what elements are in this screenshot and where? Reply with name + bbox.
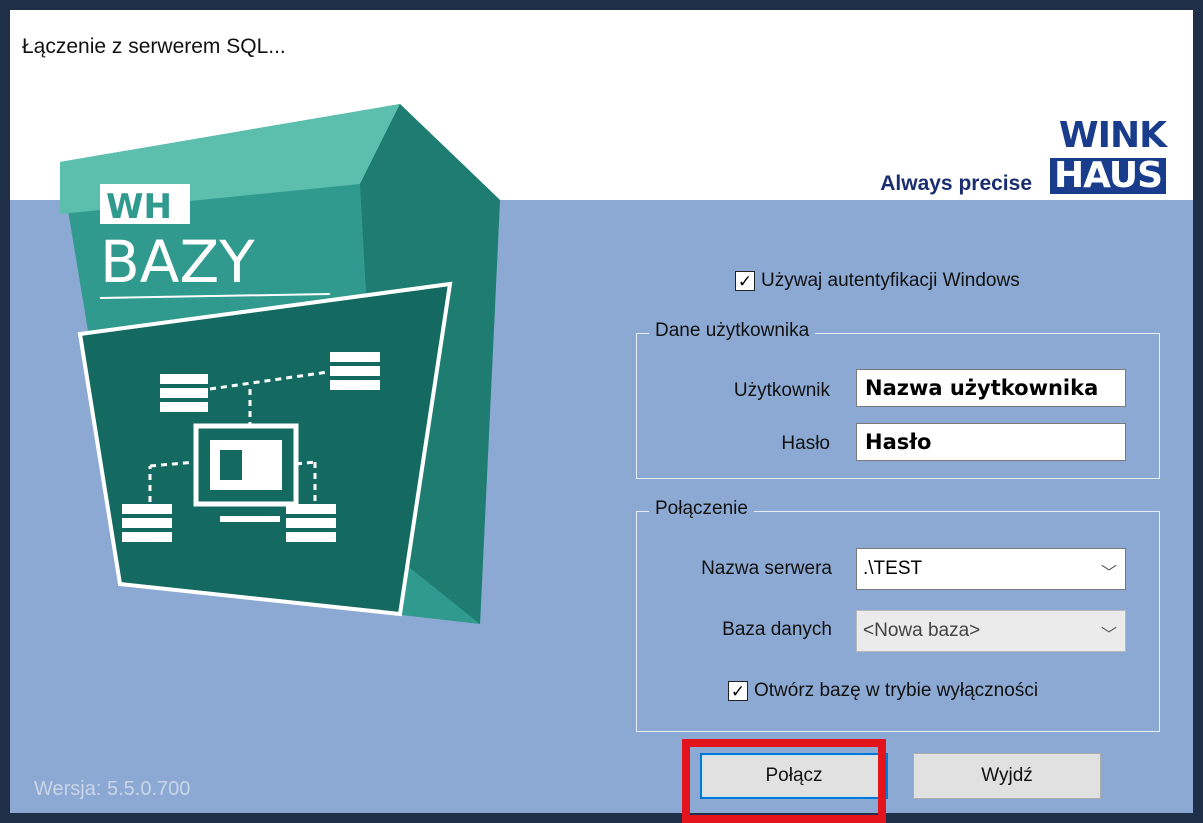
exit-button[interactable]: Wyjdź bbox=[913, 753, 1101, 799]
window-frame-left bbox=[0, 0, 10, 823]
database-label: Baza danych bbox=[722, 619, 832, 640]
box-art-label-wh: WH bbox=[106, 187, 172, 227]
window-title: Łączenie z serwerem SQL... bbox=[22, 35, 286, 58]
password-label: Hasło bbox=[781, 433, 830, 454]
exclusive-mode-label: Otwórz bazę w trybie wyłączności bbox=[754, 680, 1039, 701]
window-frame-right bbox=[1193, 0, 1203, 823]
box-art-label-bazy: BAZY bbox=[100, 228, 255, 296]
password-input[interactable]: Hasło bbox=[856, 423, 1126, 461]
user-data-group-title: Dane użytkownika bbox=[649, 320, 816, 342]
product-box-image: WH BAZY bbox=[60, 104, 500, 624]
logo-wordmark-top: WINK bbox=[1058, 115, 1167, 156]
checkbox-checked-icon[interactable]: ✓ bbox=[728, 681, 748, 701]
windows-auth-label: Używaj autentyfikacji Windows bbox=[761, 270, 1020, 291]
server-name-combo[interactable]: .\TEST ﹀ bbox=[856, 548, 1126, 590]
username-input[interactable]: Nazwa użytkownika bbox=[856, 369, 1126, 407]
connection-group-title: Połączenie bbox=[649, 498, 754, 520]
server-name-value: .\TEST bbox=[863, 558, 923, 579]
server-name-label: Nazwa serwera bbox=[701, 558, 832, 579]
version-label: Wersja: 5.5.0.700 bbox=[34, 778, 191, 800]
chevron-down-icon[interactable]: ﹀ bbox=[1101, 559, 1117, 583]
window-frame-bottom bbox=[0, 813, 1203, 823]
chevron-down-icon[interactable]: ﹀ bbox=[1101, 621, 1117, 645]
windows-auth-checkbox[interactable]: ✓ Używaj autentyfikacji Windows bbox=[735, 270, 1020, 292]
connect-button-highlight bbox=[682, 739, 886, 823]
checkbox-checked-icon[interactable]: ✓ bbox=[735, 271, 755, 291]
exclusive-mode-checkbox[interactable]: ✓ Otwórz bazę w trybie wyłączności bbox=[728, 680, 1038, 702]
brand-logo: Always precise WINK HAUS bbox=[878, 118, 1174, 198]
logo-tagline: Always precise bbox=[880, 172, 1032, 195]
username-label: Użytkownik bbox=[733, 380, 830, 401]
database-combo[interactable]: <Nowa baza> ﹀ bbox=[856, 610, 1126, 652]
database-value: <Nowa baza> bbox=[863, 620, 981, 641]
window-frame-top bbox=[0, 0, 1203, 10]
logo-wordmark-bottom: HAUS bbox=[1049, 158, 1166, 194]
